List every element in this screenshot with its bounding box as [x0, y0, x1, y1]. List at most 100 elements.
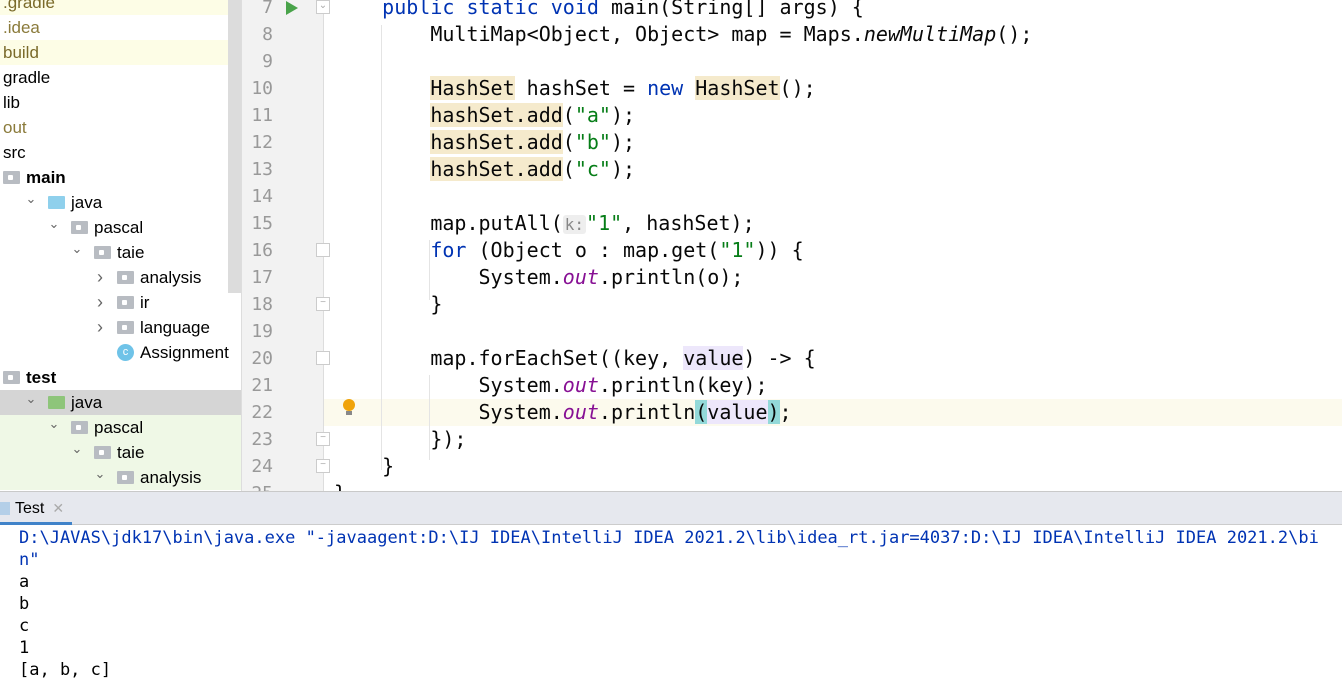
- chevron-down-icon[interactable]: ⌄: [70, 436, 84, 461]
- tree-item[interactable]: gradle: [0, 65, 241, 90]
- tree-item[interactable]: ⌄ taie: [0, 240, 241, 265]
- tree-item[interactable]: build: [0, 40, 241, 65]
- code-token: (: [562, 103, 575, 127]
- tree-item[interactable]: c Assignment: [0, 340, 241, 365]
- code-token: main(String[] args) {: [610, 0, 864, 19]
- code-token: );: [610, 157, 636, 181]
- code-token: }: [334, 481, 346, 491]
- tree-item-label: taie: [117, 243, 145, 262]
- tree-item[interactable]: › analysis: [0, 265, 241, 290]
- code-token: hashSet =: [514, 76, 648, 100]
- chevron-right-icon[interactable]: ›: [93, 290, 107, 315]
- code-line: }: [324, 480, 1342, 491]
- chevron-right-icon[interactable]: ›: [93, 315, 107, 340]
- tree-item-label: lib: [3, 93, 21, 112]
- code-token: ;: [779, 400, 792, 424]
- tab-test[interactable]: Test ✕: [0, 492, 73, 525]
- line-number: 18: [251, 294, 273, 315]
- tree-item[interactable]: .gradle: [0, 0, 241, 15]
- code-token: HashSet: [695, 76, 780, 100]
- indent-guide: [381, 25, 382, 470]
- chevron-down-icon[interactable]: ⌄: [47, 211, 61, 236]
- run-icon[interactable]: [286, 1, 298, 15]
- module-folder-icon: [3, 371, 20, 384]
- fold-marker-icon[interactable]: −: [316, 432, 330, 446]
- line-number: 16: [251, 240, 273, 261]
- indent-guide: [429, 375, 430, 460]
- fold-marker-icon[interactable]: [316, 351, 330, 365]
- line-number: 22: [251, 402, 273, 423]
- code-token: );: [610, 103, 636, 127]
- chevron-down-icon[interactable]: ⌄: [70, 236, 84, 261]
- tree-item[interactable]: src: [0, 140, 241, 165]
- code-line: System.out.println(key);: [324, 372, 1342, 399]
- chevron-right-icon[interactable]: ›: [93, 265, 107, 290]
- code-line: for (Object o : map.get("1")) {: [324, 237, 1342, 264]
- tree-item-label: .idea: [3, 18, 40, 37]
- package-icon: [71, 421, 88, 434]
- tree-item[interactable]: ⌄ java: [0, 390, 241, 415]
- code-token: newMultiMap: [863, 22, 997, 46]
- tree-item[interactable]: ⌄ taie: [0, 440, 241, 465]
- fold-marker-icon[interactable]: ⌄: [316, 0, 330, 14]
- code-token: ();: [996, 22, 1033, 46]
- line-number: 25: [242, 480, 273, 491]
- tree-item[interactable]: › language: [0, 315, 241, 340]
- tree-item-label: build: [3, 43, 39, 62]
- code-line: }: [324, 453, 1342, 480]
- project-tree[interactable]: .gradle .idea build gradle lib out src main ⌄ jav…: [0, 0, 241, 491]
- line-number: 23: [251, 429, 273, 450]
- console-output[interactable]: D:\JAVAS\jdk17\bin\java.exe "-javaagent:…: [0, 525, 1342, 691]
- tree-item[interactable]: ⌄ pascal: [0, 215, 241, 240]
- code-line: hashSet.add("c");: [324, 156, 1342, 183]
- package-icon: [94, 446, 111, 459]
- chevron-down-icon[interactable]: ⌄: [24, 386, 38, 411]
- tree-item[interactable]: lib: [0, 90, 241, 115]
- code-token: )) {: [755, 238, 804, 262]
- chevron-down-icon[interactable]: ⌄: [47, 411, 61, 436]
- code-token: System.: [334, 400, 563, 424]
- code-token: out: [562, 400, 599, 424]
- tree-item[interactable]: .idea: [0, 15, 241, 40]
- console-line: 1: [19, 638, 30, 658]
- line-number: 12: [251, 132, 273, 153]
- package-icon: [94, 246, 111, 259]
- line-number: 8: [262, 24, 273, 45]
- line-number: 7: [262, 0, 273, 18]
- chevron-down-icon[interactable]: ⌄: [24, 186, 38, 211]
- code-token: (: [695, 400, 708, 424]
- code-editor[interactable]: public static void main(String[] args) {…: [324, 0, 1342, 491]
- code-token: map.putAll(: [334, 211, 563, 235]
- line-number: 15: [251, 213, 273, 234]
- console-line: [a, b, c]: [19, 660, 112, 680]
- fold-marker-icon[interactable]: −: [316, 459, 330, 473]
- tree-item-label: src: [3, 143, 26, 162]
- project-tree-scrollbar[interactable]: [228, 0, 241, 293]
- code-token: System.: [334, 373, 563, 397]
- code-token: });: [334, 427, 467, 451]
- code-token: "1": [586, 211, 623, 235]
- lightbulb-icon[interactable]: [343, 399, 355, 415]
- fold-marker-icon[interactable]: [316, 243, 330, 257]
- tree-item[interactable]: ⌄ java: [0, 190, 241, 215]
- tree-item[interactable]: out: [0, 115, 241, 140]
- fold-marker-icon[interactable]: −: [316, 297, 330, 311]
- tree-item-label: .gradle: [3, 0, 55, 12]
- code-line: map.forEachSet((key, value) -> {: [324, 345, 1342, 372]
- code-token: }: [334, 454, 395, 478]
- tree-item[interactable]: › ir: [0, 290, 241, 315]
- close-icon[interactable]: ✕: [52, 500, 64, 516]
- code-token: System.: [334, 265, 563, 289]
- line-number: 13: [251, 159, 273, 180]
- indent-guide: [429, 240, 430, 300]
- chevron-down-icon[interactable]: ⌄: [93, 461, 107, 486]
- tree-item[interactable]: ⌄ analysis: [0, 465, 241, 490]
- code-token: map.forEachSet((key,: [334, 346, 684, 370]
- tree-item[interactable]: ⌄ pascal: [0, 415, 241, 440]
- console-line: a: [19, 572, 30, 592]
- code-token: .println(key);: [598, 373, 768, 397]
- line-number: 14: [251, 186, 273, 207]
- code-token: "a": [574, 103, 611, 127]
- code-token: ();: [779, 76, 816, 100]
